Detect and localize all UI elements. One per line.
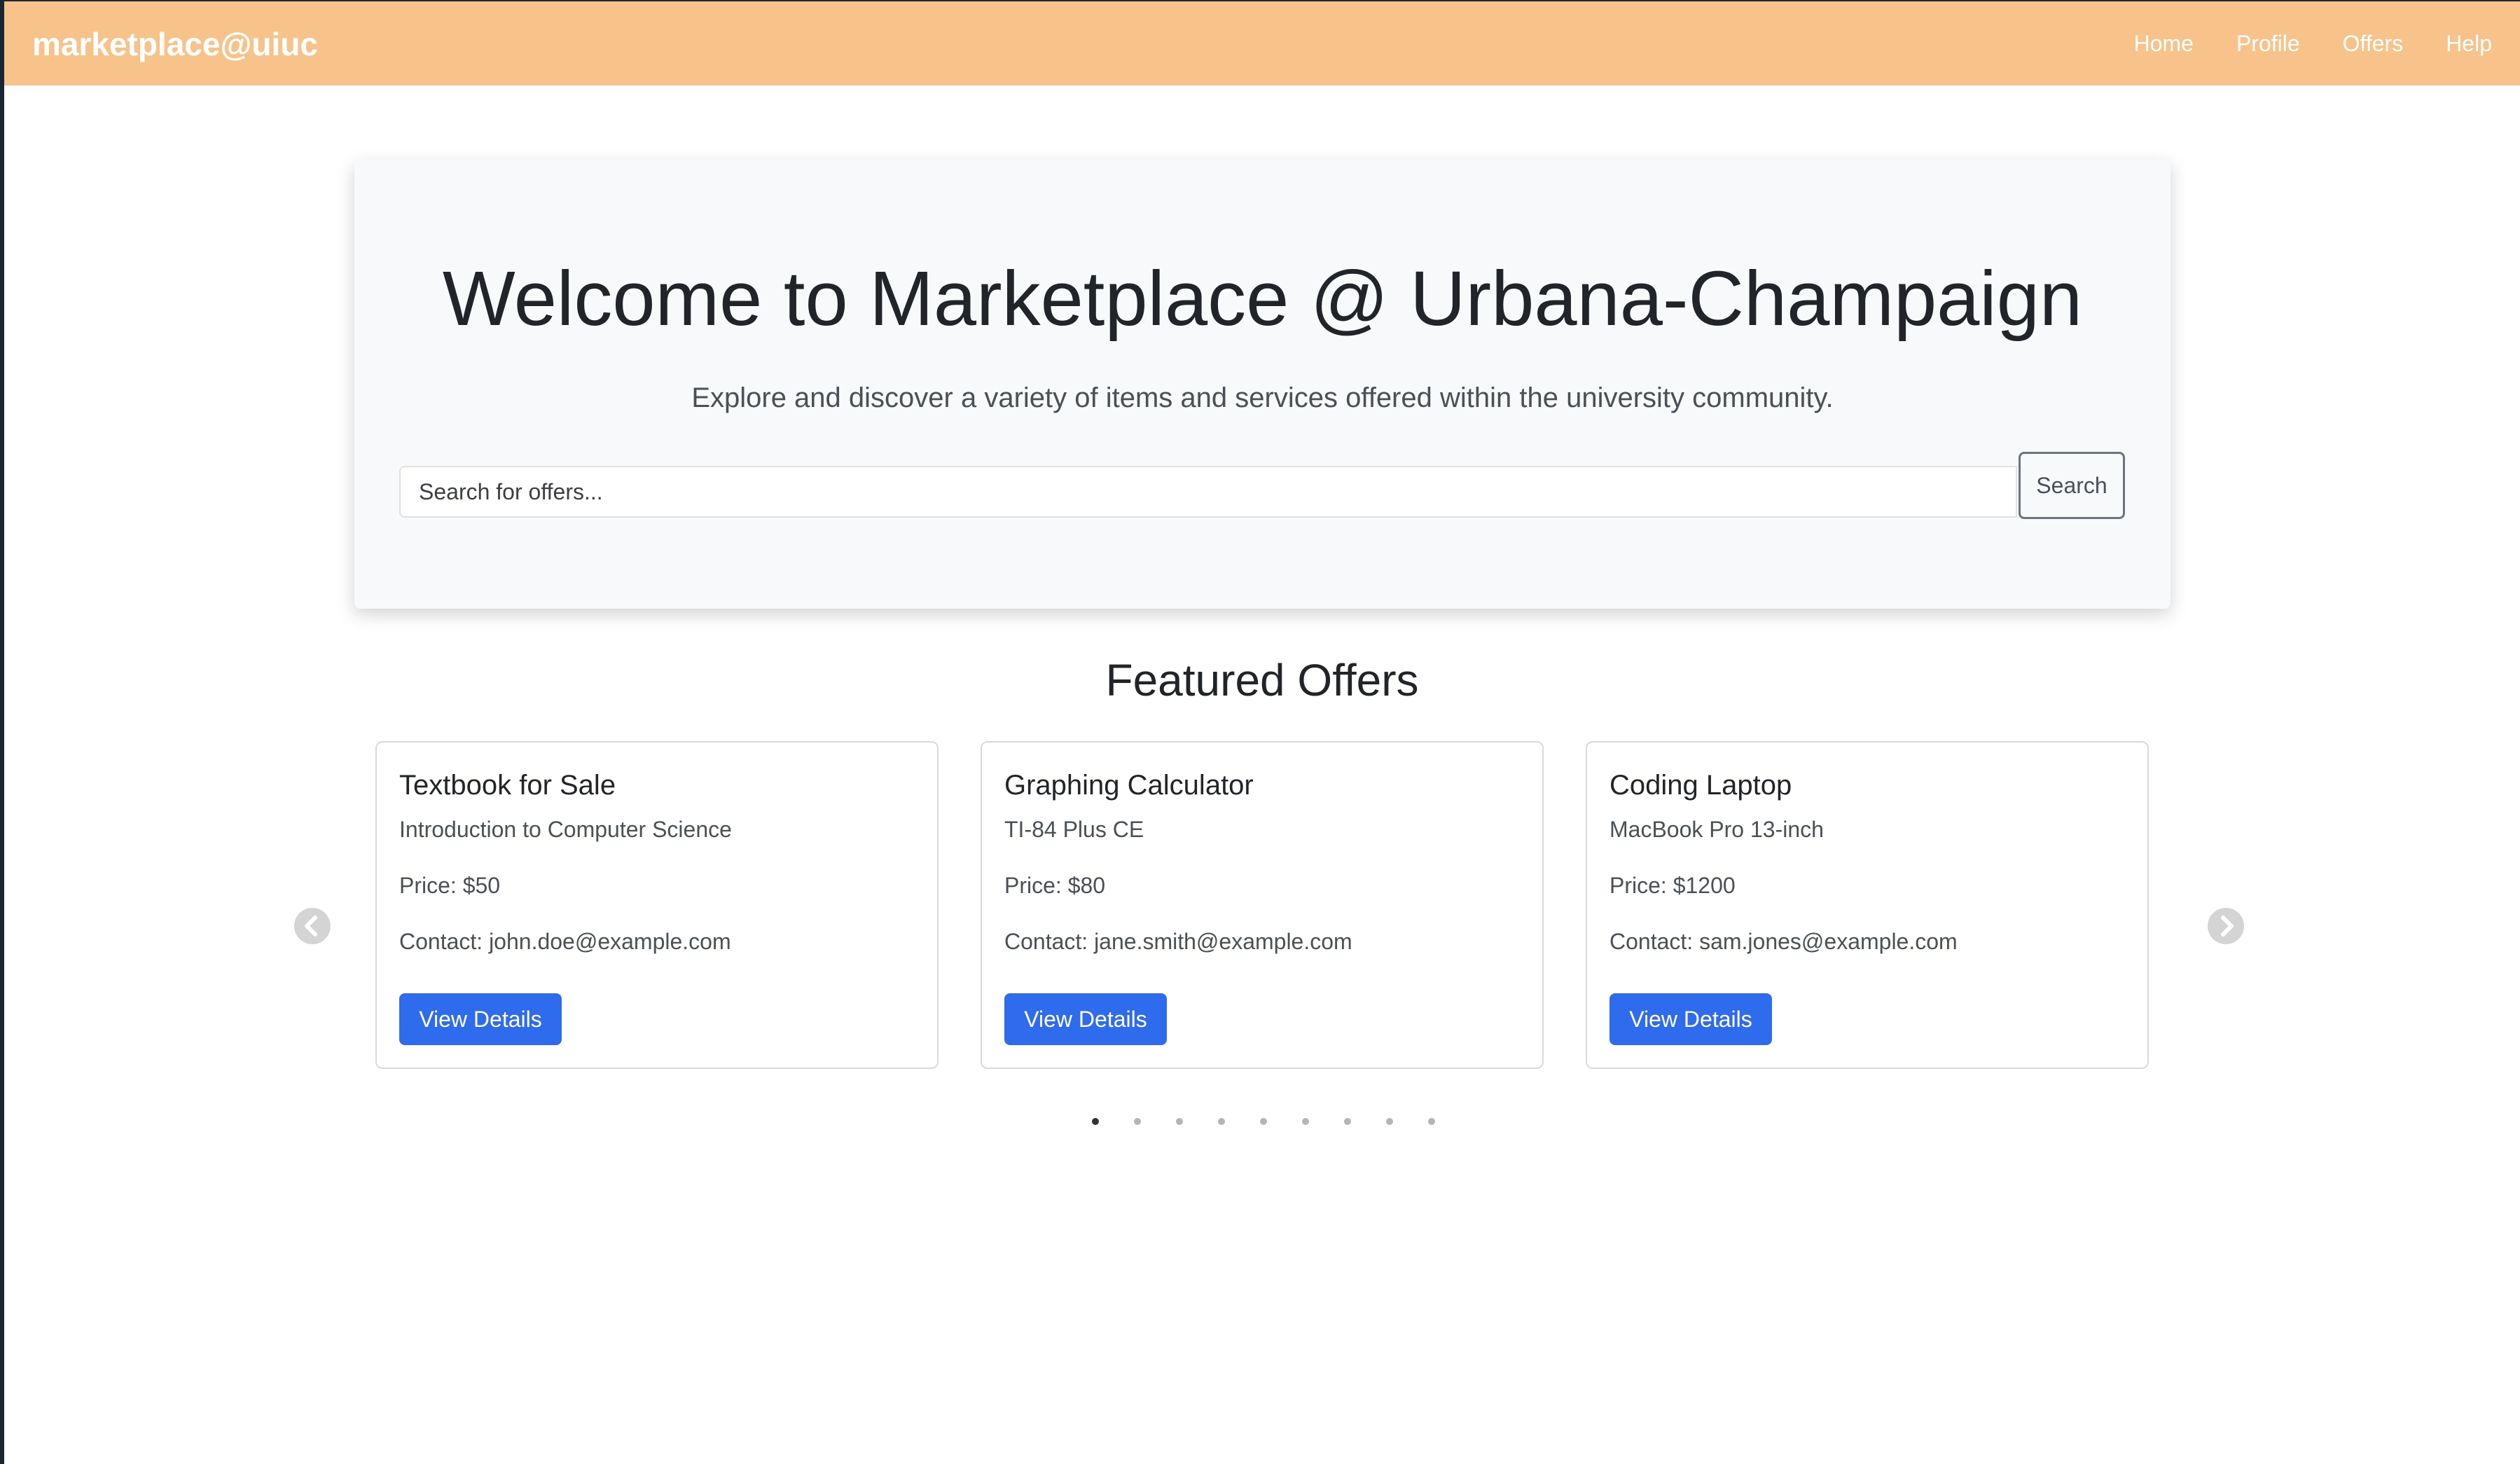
offer-card: Coding Laptop MacBook Pro 13-inch Price:… <box>1586 741 2149 1069</box>
offer-subtitle: Introduction to Computer Science <box>399 817 732 842</box>
view-details-button[interactable]: View Details <box>1004 993 1167 1045</box>
carousel-indicators <box>1092 1118 1435 1132</box>
hero-panel: Welcome to Marketplace @ Urbana-Champaig… <box>354 160 2171 609</box>
offer-title: Graphing Calculator <box>1004 770 1254 801</box>
nav-help-link[interactable]: Help <box>2446 28 2492 59</box>
offer-subtitle: MacBook Pro 13-inch <box>1609 817 1824 842</box>
nav-offers-link[interactable]: Offers <box>2343 28 2404 59</box>
offer-contact: Contact: sam.jones@example.com <box>1609 929 1958 954</box>
brand-link[interactable]: marketplace@uiuc <box>32 25 318 63</box>
carousel-next-button[interactable] <box>2208 908 2244 944</box>
offer-contact: Contact: john.doe@example.com <box>399 929 731 954</box>
offer-contact: Contact: jane.smith@example.com <box>1004 929 1352 954</box>
offer-title: Coding Laptop <box>1609 770 1792 801</box>
carousel-indicator-dot[interactable] <box>1260 1118 1267 1125</box>
offer-subtitle: TI-84 Plus CE <box>1004 817 1144 842</box>
featured-offers-heading: Featured Offers <box>1105 655 1419 705</box>
hero-title: Welcome to Marketplace @ Urbana-Champaig… <box>442 256 2083 342</box>
view-details-button[interactable]: View Details <box>1609 993 1772 1045</box>
carousel-indicator-dot[interactable] <box>1386 1118 1393 1125</box>
carousel-indicator-dot[interactable] <box>1302 1118 1309 1125</box>
carousel-indicator-dot[interactable] <box>1134 1118 1141 1125</box>
carousel-indicator-dot[interactable] <box>1344 1118 1351 1125</box>
nav-profile-link[interactable]: Profile <box>2236 28 2300 59</box>
hero-subtitle: Explore and discover a variety of items … <box>691 382 1834 413</box>
offer-price: Price: $80 <box>1004 873 1106 898</box>
navbar: marketplace@uiuc Home Profile Offers Hel… <box>4 1 2520 85</box>
offer-price: Price: $50 <box>399 873 501 898</box>
carousel-indicator-dot[interactable] <box>1428 1118 1435 1125</box>
view-details-button[interactable]: View Details <box>399 993 562 1045</box>
carousel-indicator-dot[interactable] <box>1218 1118 1225 1125</box>
search-button[interactable]: Search <box>2019 452 2125 519</box>
carousel-indicator-dot[interactable] <box>1092 1118 1099 1125</box>
search-input[interactable] <box>399 466 2017 518</box>
carousel-indicator-dot[interactable] <box>1176 1118 1183 1125</box>
nav-links: Home Profile Offers Help <box>2091 28 2492 59</box>
chevron-left-icon <box>305 916 317 937</box>
offer-card: Textbook for Sale Introduction to Comput… <box>375 741 939 1069</box>
page: marketplace@uiuc Home Profile Offers Hel… <box>4 1 2520 1464</box>
chevron-right-icon <box>2221 916 2234 937</box>
carousel-prev-button[interactable] <box>294 908 331 944</box>
offer-title: Textbook for Sale <box>399 770 616 801</box>
nav-home-link[interactable]: Home <box>2134 28 2194 59</box>
offer-price: Price: $1200 <box>1609 873 1736 898</box>
offer-card: Graphing Calculator TI-84 Plus CE Price:… <box>981 741 1544 1069</box>
